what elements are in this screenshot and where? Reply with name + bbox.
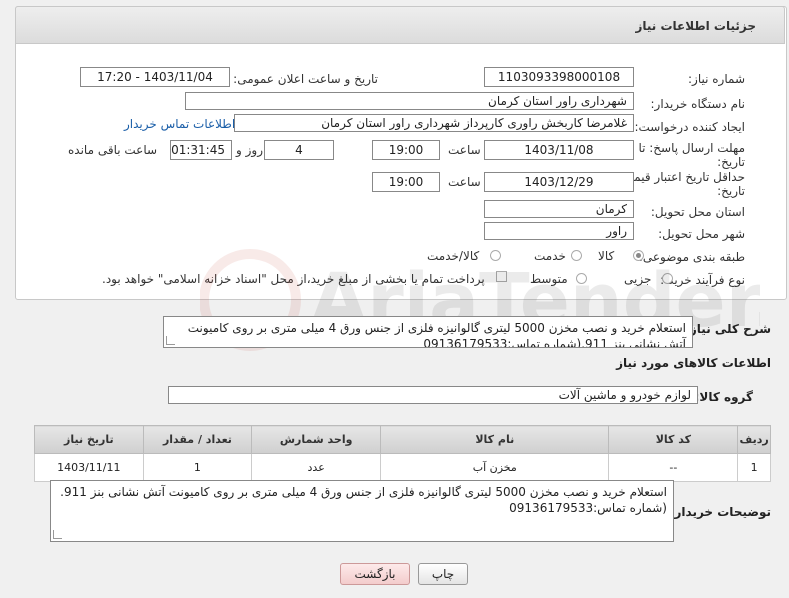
category-service-radio[interactable] — [571, 250, 582, 261]
validity-label-2: تاریخ: — [717, 184, 745, 198]
payment-note: پرداخت تمام یا بخشی از مبلغ خرید،از محل … — [102, 272, 485, 286]
back-button[interactable]: بازگشت — [340, 563, 410, 585]
buyer-notes-textarea[interactable]: استعلام خرید و نصب مخزن 5000 لیتری گالوا… — [50, 480, 674, 542]
process-partial-radio[interactable] — [662, 273, 673, 284]
goods-group-field[interactable]: لوازم خودرو و ماشین آلات — [168, 386, 698, 404]
resize-handle-icon[interactable] — [53, 530, 62, 539]
category-both-label: کالا/خدمت — [427, 249, 480, 263]
panel-header: جزئیات اطلاعات نیاز — [15, 6, 785, 44]
col-index: ردیف — [737, 425, 771, 454]
creator-field[interactable]: غلامرضا کاربخش راوری کارپرداز شهرداری را… — [234, 114, 634, 132]
process-medium-radio[interactable] — [576, 273, 587, 284]
deadline-label: مهلت ارسال پاسخ: تا — [638, 141, 745, 155]
province-label: استان محل تحویل: — [650, 205, 745, 219]
category-label: طبقه بندی موضوعی: — [638, 250, 745, 264]
col-date: تاریخ نیاز — [34, 425, 144, 454]
description-text: استعلام خرید و نصب مخزن 5000 لیتری گالوا… — [187, 321, 686, 348]
category-goods-label: کالا — [598, 249, 615, 263]
province-field[interactable]: کرمان — [484, 200, 634, 218]
print-button[interactable]: چاپ — [418, 563, 468, 585]
announce-label: تاریخ و ساعت اعلان عمومی: — [233, 72, 378, 86]
goods-table-header: ردیف کد کالا نام کالا واحد شمارش تعداد /… — [34, 425, 771, 454]
validity-date-field[interactable]: 1403/12/29 — [484, 172, 634, 192]
remaining-label: ساعت باقی مانده — [68, 143, 158, 157]
deadline-label-2: تاریخ: — [717, 155, 745, 169]
buyer-notes-text: استعلام خرید و نصب مخزن 5000 لیتری گالوا… — [60, 485, 667, 515]
process-partial-label: جزیی — [624, 272, 652, 286]
city-label: شهر محل تحویل: — [658, 227, 745, 241]
page-title: جزئیات اطلاعات نیاز — [635, 19, 756, 33]
buyer-org-label: نام دستگاه خریدار: — [650, 97, 746, 111]
process-label: نوع فرآیند خرید : — [660, 273, 745, 287]
cell-index: 1 — [737, 453, 771, 482]
goods-table: ردیف کد کالا نام کالا واحد شمارش تعداد /… — [34, 425, 771, 482]
cell-name: مخزن آب — [380, 453, 610, 482]
validity-time-field[interactable]: 19:00 — [372, 172, 440, 192]
category-service-label: خدمت — [534, 249, 566, 263]
announce-field[interactable]: 1403/11/04 - 17:20 — [80, 67, 230, 87]
cell-qty: 1 — [142, 453, 253, 482]
buyer-notes-label: توضیحات خریدار: — [669, 505, 771, 519]
need-number-field[interactable]: 1103093398000108 — [484, 67, 634, 87]
category-goods-radio[interactable] — [633, 250, 644, 261]
buyer-org-field[interactable]: شهرداری راور استان کرمان — [185, 92, 634, 110]
buyer-contact-link[interactable]: اطلاعات تماس خریدار — [124, 117, 235, 131]
creator-label: ایجاد کننده درخواست: — [634, 120, 745, 134]
description-label: شرح کلی نیاز: — [685, 322, 771, 336]
city-field[interactable]: راور — [484, 222, 634, 240]
treasury-checkbox[interactable] — [496, 271, 507, 282]
cell-code: -- — [608, 453, 739, 482]
days-label: روز و — [236, 143, 263, 157]
need-number-label: شماره نیاز: — [688, 72, 745, 86]
category-both-radio[interactable] — [490, 250, 501, 261]
col-unit: واحد شمارش — [251, 425, 382, 454]
validity-time-label: ساعت — [448, 175, 481, 189]
col-name: نام کالا — [380, 425, 610, 454]
col-qty: تعداد / مقدار — [142, 425, 253, 454]
process-medium-label: متوسط — [530, 272, 568, 286]
description-textarea[interactable]: استعلام خرید و نصب مخزن 5000 لیتری گالوا… — [163, 316, 693, 348]
deadline-time-label: ساعت — [448, 143, 481, 157]
days-field[interactable]: 4 — [264, 140, 334, 160]
resize-handle-icon[interactable] — [166, 336, 175, 345]
cell-unit: عدد — [251, 453, 382, 482]
goods-group-label: گروه کالا: — [694, 390, 753, 404]
remaining-field[interactable]: 01:31:45 — [170, 140, 232, 160]
goods-section-title: اطلاعات کالاهای مورد نیاز — [616, 356, 771, 370]
deadline-time-field[interactable]: 19:00 — [372, 140, 440, 160]
col-code: کد کالا — [608, 425, 739, 454]
table-row[interactable]: 1 -- مخزن آب عدد 1 1403/11/11 — [34, 453, 771, 482]
deadline-date-field[interactable]: 1403/11/08 — [484, 140, 634, 160]
cell-date: 1403/11/11 — [34, 453, 144, 482]
